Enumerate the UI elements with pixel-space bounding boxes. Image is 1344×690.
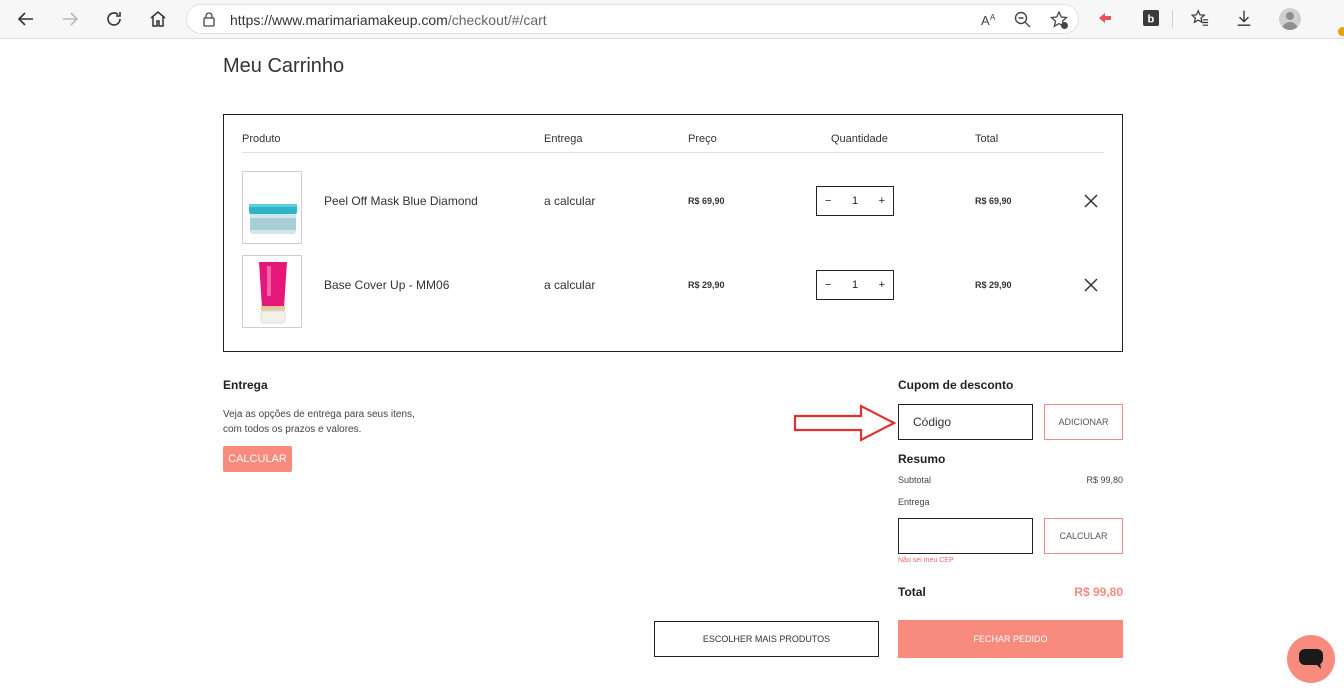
cep-input[interactable] xyxy=(898,518,1033,554)
refresh-icon[interactable] xyxy=(101,6,127,32)
notification-dot xyxy=(1338,27,1344,36)
product-total: R$ 69,90 xyxy=(975,196,1012,206)
read-aloud-icon[interactable]: A A xyxy=(979,10,999,30)
product-total: R$ 29,90 xyxy=(975,280,1012,290)
product-name[interactable]: Base Cover Up - MM06 xyxy=(324,278,449,292)
download-icon[interactable] xyxy=(1235,9,1253,27)
total-value: R$ 99,80 xyxy=(1074,585,1123,599)
quantity-stepper: − 1 + xyxy=(816,270,894,300)
profile-avatar[interactable] xyxy=(1279,8,1301,30)
column-header-quantity: Quantidade xyxy=(831,133,888,145)
annotation-arrow xyxy=(793,404,896,442)
svg-text:A: A xyxy=(981,13,990,28)
unknown-cep-link[interactable]: Não sei meu CEP xyxy=(898,557,954,564)
column-header-product: Produto xyxy=(242,133,281,145)
chat-bubble-icon xyxy=(1299,649,1323,669)
favorite-add-icon[interactable] xyxy=(1049,10,1069,30)
decrease-quantity-button[interactable]: − xyxy=(825,279,831,291)
continue-shopping-button[interactable]: ESCOLHER MAIS PRODUTOS xyxy=(654,621,879,657)
product-name[interactable]: Peel Off Mask Blue Diamond xyxy=(324,194,478,208)
quantity-value[interactable]: 1 xyxy=(852,279,858,291)
page-title: Meu Carrinho xyxy=(223,55,345,77)
extension-icon[interactable] xyxy=(1097,10,1113,26)
product-price: R$ 69,90 xyxy=(688,196,725,206)
toolbar-divider xyxy=(1172,10,1173,28)
svg-text:b: b xyxy=(1148,14,1155,26)
column-header-total: Total xyxy=(975,133,999,145)
product-image-base-cover-up[interactable] xyxy=(242,255,302,328)
subtotal-label: Subtotal xyxy=(898,475,932,485)
chat-button[interactable] xyxy=(1287,635,1335,683)
remove-item-icon[interactable] xyxy=(1084,278,1098,292)
product-price: R$ 29,90 xyxy=(688,280,725,290)
product-shipping: a calcular xyxy=(544,194,596,208)
decrease-quantity-button[interactable]: − xyxy=(825,195,831,207)
lock-icon xyxy=(203,12,215,27)
zoom-out-icon[interactable] xyxy=(1013,10,1033,30)
product-image-peel-off-mask[interactable] xyxy=(242,171,302,244)
shipping-title: Entrega xyxy=(223,378,268,392)
forward-icon[interactable] xyxy=(57,6,83,32)
coupon-title: Cupom de desconto xyxy=(898,378,1014,392)
column-header-shipping: Entrega xyxy=(544,133,583,145)
back-icon[interactable] xyxy=(13,6,39,32)
add-coupon-button[interactable]: ADICIONAR xyxy=(1044,404,1123,440)
increase-quantity-button[interactable]: + xyxy=(879,195,885,207)
bing-extension-icon[interactable]: b xyxy=(1143,10,1159,26)
cart-table xyxy=(223,114,1123,352)
svg-text:A: A xyxy=(990,13,996,22)
favorites-icon[interactable] xyxy=(1191,9,1209,27)
quantity-stepper: − 1 + xyxy=(816,186,894,216)
coupon-code-input[interactable] xyxy=(898,404,1033,440)
header-divider xyxy=(242,152,1104,153)
remove-item-icon[interactable] xyxy=(1084,194,1098,208)
quantity-value[interactable]: 1 xyxy=(852,195,858,207)
calculate-cep-button[interactable]: CALCULAR xyxy=(1044,518,1123,554)
calculate-shipping-button[interactable]: CALCULAR xyxy=(223,446,292,472)
summary-shipping-label: Entrega xyxy=(898,497,930,507)
total-label: Total xyxy=(898,585,926,599)
checkout-button[interactable]: FECHAR PEDIDO xyxy=(898,620,1123,658)
browser-toolbar: https://www.marimariamakeup.com/checkout… xyxy=(0,0,1344,39)
url-text: https://www.marimariamakeup.com/checkout… xyxy=(230,12,547,28)
increase-quantity-button[interactable]: + xyxy=(879,279,885,291)
shipping-description: Veja as opções de entrega para seus iten… xyxy=(223,409,415,435)
address-bar[interactable]: https://www.marimariamakeup.com/checkout… xyxy=(186,4,1079,34)
subtotal-value: R$ 99,80 xyxy=(1086,475,1123,485)
summary-title: Resumo xyxy=(898,452,946,466)
home-icon[interactable] xyxy=(145,6,171,32)
product-shipping: a calcular xyxy=(544,278,596,292)
column-header-price: Preço xyxy=(688,133,717,145)
